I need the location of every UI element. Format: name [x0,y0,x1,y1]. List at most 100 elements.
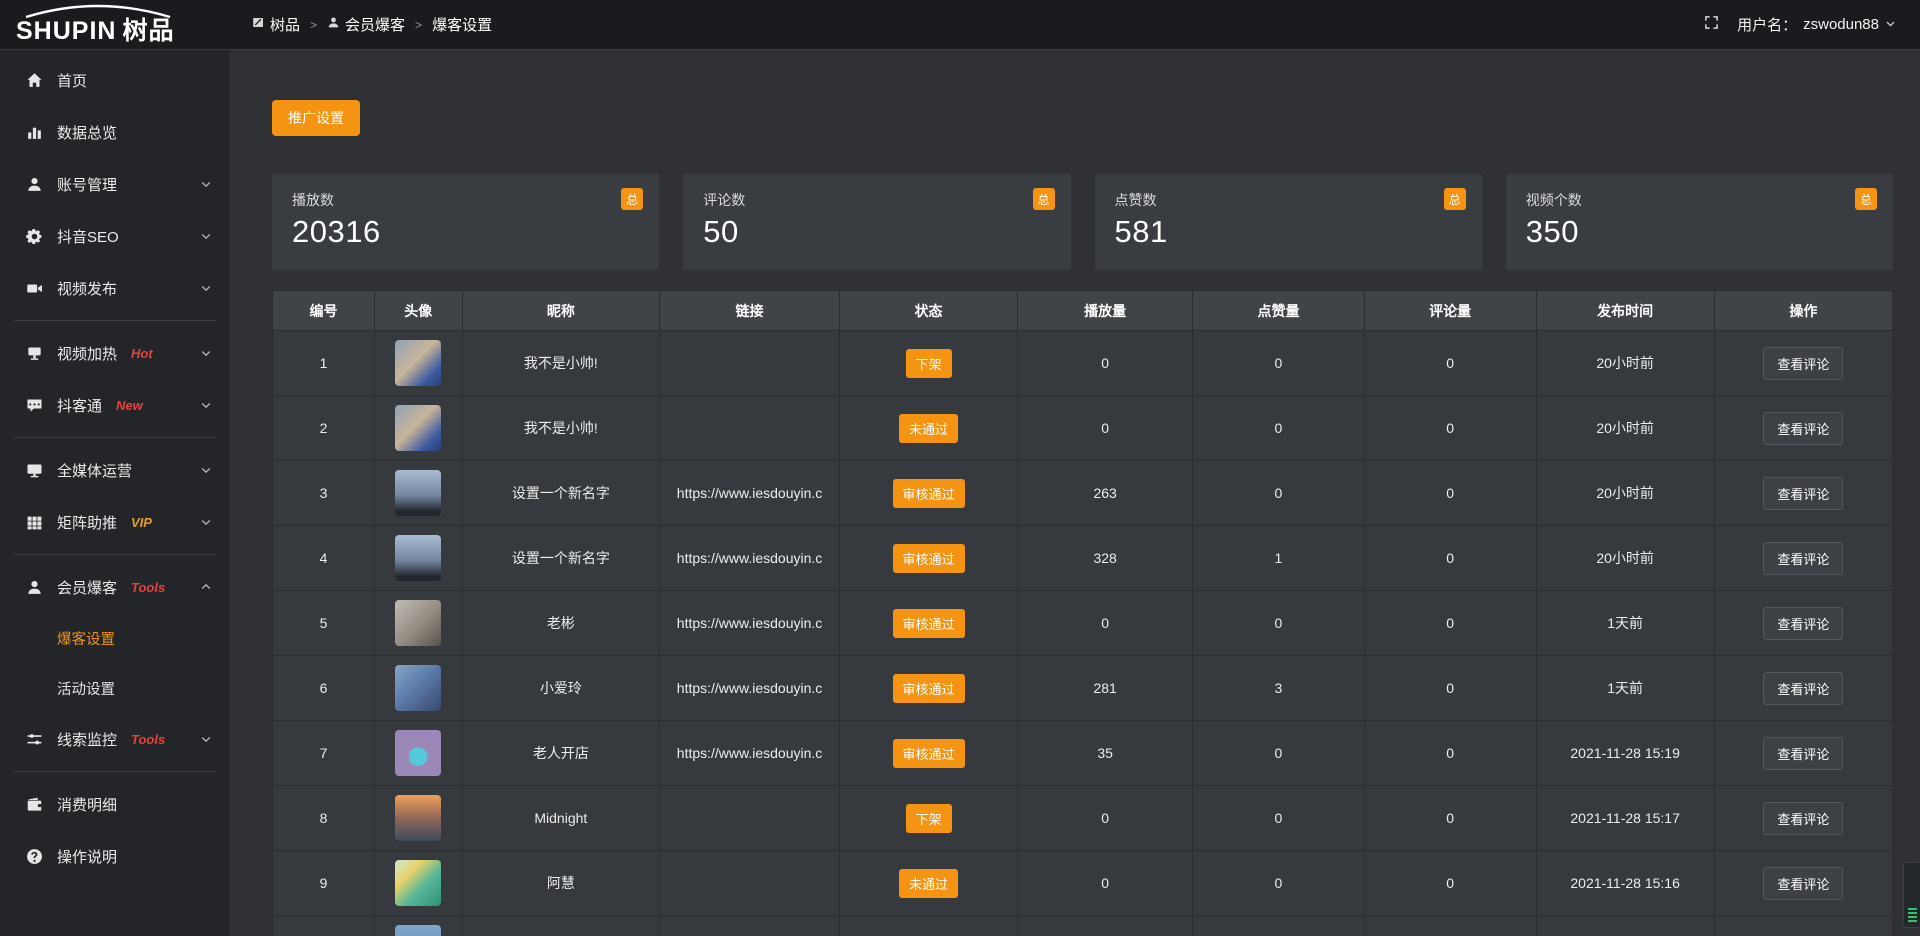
status-badge: 审核通过 [893,609,965,638]
table-row: 2我不是小帅!未通过00020小时前查看评论 [273,396,1893,461]
column-header: 编号 [273,291,375,331]
user-menu[interactable]: 用户名：zswodun88 [1737,14,1896,35]
view-comments-button[interactable]: 查看评论 [1763,477,1843,510]
stat-card-total-badge: 总 [1855,188,1877,210]
status-badge: 下架 [906,804,952,833]
cell-publish-time: 20小时前 [1536,396,1714,461]
cell-nickname: 设置一个新名字 [462,526,660,591]
sidebar-item[interactable]: 首页 [0,54,230,106]
stat-card: 点赞数581总 [1095,174,1482,270]
sidebar-item[interactable]: 消费明细 [0,778,230,830]
cell-publish-time [1536,916,1714,936]
avatar [395,730,441,776]
cell-avatar [375,591,462,656]
sidebar-item[interactable]: 操作说明 [0,830,230,882]
cell-link[interactable]: https://www.iesdouyin.c [660,461,840,526]
stat-card: 播放数20316总 [272,174,659,270]
sidebar-item[interactable]: 矩阵助推VIP [0,496,230,548]
sidebar-item[interactable]: 全媒体运营 [0,444,230,496]
cell-link [660,331,840,396]
avatar [395,340,441,386]
grid-icon [26,514,43,531]
cell-plays: 0 [1018,851,1193,916]
cell-index: 9 [273,851,375,916]
stat-card-value: 581 [1115,214,1464,250]
sliders-icon [26,731,43,748]
cell-likes: 3 [1193,656,1365,721]
promo-settings-button[interactable]: 推广设置 [272,100,360,136]
breadcrumb-item[interactable]: 爆客设置 [432,14,492,35]
cell-avatar [375,526,462,591]
view-comments-button[interactable]: 查看评论 [1763,802,1843,835]
cell-link[interactable]: https://www.iesdouyin.c [660,721,840,786]
logo-arc [22,1,174,19]
cell-comments: 0 [1364,851,1536,916]
cell-nickname: 设置一个新名字 [462,461,660,526]
cell-link[interactable]: https://www.iesdouyin.c [660,656,840,721]
cell-nickname: 老人开店 [462,721,660,786]
cell-index [273,916,375,936]
status-badge: 下架 [906,349,952,378]
breadcrumb-separator: > [415,18,422,32]
stat-card-total-badge: 总 [1444,188,1466,210]
view-comments-button[interactable]: 查看评论 [1763,607,1843,640]
breadcrumb-item[interactable]: 会员爆客 [327,14,405,35]
cell-link[interactable]: https://www.iesdouyin.c [660,591,840,656]
sidebar-item-badge: Tools [131,732,165,747]
sidebar-item[interactable]: 账号管理 [0,158,230,210]
column-header: 发布时间 [1536,291,1714,331]
breadcrumb: 树品>会员爆客>爆客设置 [252,14,492,35]
cell-index: 3 [273,461,375,526]
sidebar-subitem[interactable]: 爆客设置 [0,613,230,663]
floating-helper-widget[interactable] [1903,862,1920,928]
cell-action: 查看评论 [1714,461,1892,526]
view-comments-button[interactable]: 查看评论 [1763,542,1843,575]
records-table: 编号头像昵称链接状态播放量点赞量评论量发布时间操作 1我不是小帅!下架00020… [272,290,1893,936]
cell-comments: 0 [1364,656,1536,721]
view-comments-button[interactable]: 查看评论 [1763,867,1843,900]
cell-likes: 0 [1193,461,1365,526]
chevron-up-icon [200,581,212,593]
breadcrumb-item[interactable]: 树品 [252,14,300,35]
cell-likes: 0 [1193,851,1365,916]
cell-index: 7 [273,721,375,786]
sidebar-subitem[interactable]: 活动设置 [0,663,230,713]
chevron-down-icon [200,347,212,359]
app-logo[interactable]: SHUPIN树品 [0,0,230,50]
stat-card-label: 评论数 [703,190,1052,210]
username-value: zswodun88 [1803,16,1879,33]
status-badge: 未通过 [899,869,958,898]
table-row: 4设置一个新名字https://www.iesdouyin.c审核通过32810… [273,526,1893,591]
cell-likes: 0 [1193,331,1365,396]
cell-index: 8 [273,786,375,851]
sidebar-item[interactable]: 抖音SEO [0,210,230,262]
sidebar-item[interactable]: 数据总览 [0,106,230,158]
sidebar-item[interactable]: 视频发布 [0,262,230,314]
sidebar-item[interactable]: 视频加热Hot [0,327,230,379]
sidebar-item[interactable]: 抖客通New [0,379,230,431]
cell-comments: 0 [1364,591,1536,656]
cell-likes: 0 [1193,786,1365,851]
view-comments-button[interactable]: 查看评论 [1763,412,1843,445]
cell-index: 5 [273,591,375,656]
user-icon [26,176,43,193]
avatar [395,535,441,581]
cell-likes: 0 [1193,721,1365,786]
view-comments-button[interactable]: 查看评论 [1763,347,1843,380]
status-badge: 未通过 [899,414,958,443]
user-icon [327,16,340,33]
column-header: 链接 [660,291,840,331]
stat-card: 评论数50总 [683,174,1070,270]
fullscreen-icon[interactable] [1704,15,1719,34]
cell-comments: 0 [1364,461,1536,526]
cell-link[interactable]: https://www.iesdouyin.c [660,526,840,591]
avatar [395,665,441,711]
sidebar-item[interactable]: 线索监控Tools [0,713,230,765]
sidebar-item[interactable]: 会员爆客Tools [0,561,230,613]
cell-index: 4 [273,526,375,591]
status-badge: 审核通过 [893,479,965,508]
view-comments-button[interactable]: 查看评论 [1763,672,1843,705]
cell-comments [1364,916,1536,936]
view-comments-button[interactable]: 查看评论 [1763,737,1843,770]
cell-action [1714,916,1892,936]
